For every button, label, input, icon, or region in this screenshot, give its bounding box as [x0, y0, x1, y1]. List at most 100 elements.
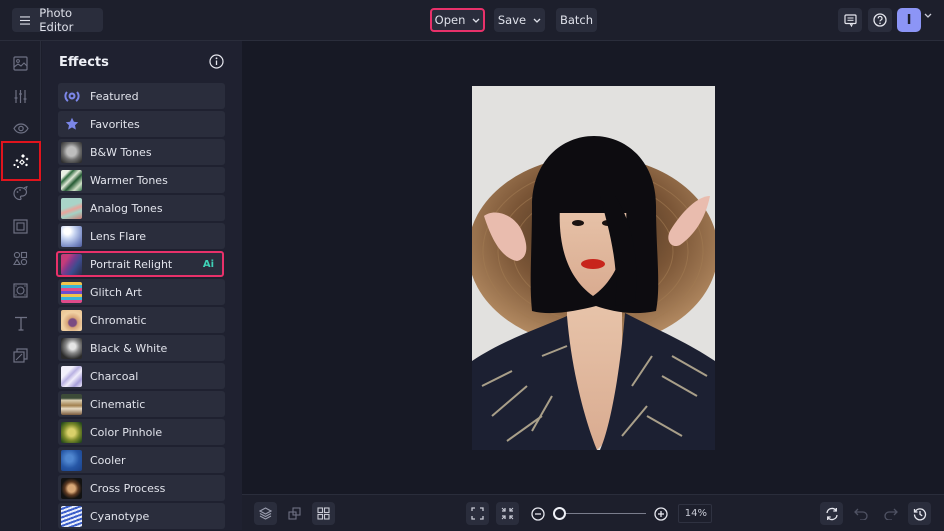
effect-favorites[interactable]: Favorites [58, 111, 225, 137]
zoom-in-button[interactable] [649, 502, 672, 525]
help-button[interactable] [868, 8, 892, 32]
effect-black-white[interactable]: Black & White [58, 335, 225, 361]
rail-touch-up[interactable] [4, 113, 37, 143]
grid-view-button[interactable] [312, 502, 335, 525]
app-title: Photo Editor [39, 6, 74, 34]
panel-title: Effects [59, 55, 109, 70]
sparkles-icon [12, 153, 28, 168]
star-icon [61, 114, 82, 135]
analog-tones-thumbnail [61, 197, 82, 219]
rail-text[interactable] [4, 308, 37, 338]
help-icon [873, 13, 887, 27]
history-button[interactable] [908, 502, 931, 525]
rail-adjust[interactable] [4, 81, 37, 111]
photo-preview[interactable] [472, 86, 715, 450]
zoom-slider-handle[interactable] [553, 507, 566, 520]
batch-button[interactable]: Batch [556, 8, 597, 32]
open-label: Open [434, 13, 466, 27]
effect-label: Analog Tones [90, 201, 163, 215]
chevron-down-icon [533, 18, 541, 23]
cooler-thumbnail [61, 449, 82, 471]
palette-icon [13, 185, 28, 200]
effect-label: Cooler [90, 453, 126, 467]
rail-effects[interactable] [1, 141, 41, 181]
actual-size-button[interactable] [496, 502, 519, 525]
zoom-slider-track[interactable] [560, 513, 646, 514]
effect-portrait-relight[interactable]: Portrait Relight Ai [56, 251, 224, 277]
save-button[interactable]: Save [494, 8, 545, 32]
texture-icon [13, 282, 28, 298]
charcoal-thumbnail [61, 365, 82, 387]
effect-label: Black & White [90, 341, 168, 355]
effects-panel: Effects Featured Favorites B&W Tones War… [42, 41, 242, 530]
compare-button[interactable] [283, 502, 306, 525]
effect-label: Cinematic [90, 397, 146, 411]
effect-label: B&W Tones [90, 145, 152, 159]
portrait-relight-thumbnail [61, 253, 82, 275]
comment-icon [843, 13, 857, 27]
effect-warmer-tones[interactable]: Warmer Tones [58, 167, 225, 193]
laurel-badge-icon [61, 86, 82, 107]
effect-cooler[interactable]: Cooler [58, 447, 225, 473]
image-icon [13, 55, 28, 71]
rail-frames[interactable] [4, 211, 37, 241]
effect-label: Chromatic [90, 313, 147, 327]
effect-label: Portrait Relight [90, 257, 173, 271]
effect-analog-tones[interactable]: Analog Tones [58, 195, 225, 221]
effect-color-pinhole[interactable]: Color Pinhole [58, 419, 225, 445]
open-button[interactable]: Open [430, 8, 485, 32]
expand-icon [471, 507, 484, 520]
fit-to-screen-button[interactable] [466, 502, 489, 525]
chromatic-thumbnail [61, 309, 82, 331]
effect-label: Glitch Art [90, 285, 142, 299]
zoom-out-button[interactable] [526, 502, 549, 525]
zoom-percentage[interactable]: 14% [678, 504, 712, 523]
rail-overlays[interactable] [4, 275, 37, 305]
frame-icon [13, 218, 28, 234]
batch-label: Batch [559, 13, 594, 27]
sliders-icon [14, 89, 27, 103]
effect-glitch-art[interactable]: Glitch Art [58, 279, 225, 305]
effect-label: Lens Flare [90, 229, 147, 243]
account-chevron-icon[interactable] [924, 13, 932, 18]
effect-label: Charcoal [90, 369, 139, 383]
info-icon[interactable] [209, 54, 224, 69]
rail-graphics[interactable] [4, 243, 37, 273]
effect-cyanotype[interactable]: Cyanotype [58, 503, 225, 529]
layers-icon [259, 507, 272, 520]
lens-flare-thumbnail [61, 225, 82, 247]
effect-lens-flare[interactable]: Lens Flare [58, 223, 225, 249]
shrink-icon [501, 507, 514, 520]
layers-button[interactable] [254, 502, 277, 525]
rail-edit[interactable] [4, 48, 37, 78]
canvas-area[interactable] [242, 41, 944, 494]
reset-button[interactable] [820, 502, 843, 525]
tool-rail [0, 41, 41, 530]
chevron-down-icon [472, 18, 480, 23]
black-white-thumbnail [61, 337, 82, 359]
effect-label: Warmer Tones [90, 173, 168, 187]
top-bar: Photo Editor Open Save Batch I [0, 0, 944, 41]
effect-chromatic[interactable]: Chromatic [58, 307, 225, 333]
eye-icon [12, 122, 29, 134]
effect-charcoal[interactable]: Charcoal [58, 363, 225, 389]
text-icon [14, 316, 27, 331]
bottom-toolbar: 14% [242, 494, 944, 530]
effect-bw-tones[interactable]: B&W Tones [58, 139, 225, 165]
user-avatar[interactable]: I [897, 8, 921, 32]
effect-featured[interactable]: Featured [58, 83, 225, 109]
feedback-button[interactable] [838, 8, 862, 32]
redo-button[interactable] [879, 502, 902, 525]
undo-button[interactable] [849, 502, 872, 525]
grid-icon [317, 507, 330, 520]
effects-list: Featured Favorites B&W Tones Warmer Tone… [56, 83, 225, 531]
rail-artsy[interactable] [4, 178, 37, 208]
main-menu-button[interactable]: Photo Editor [12, 6, 103, 34]
ai-badge: Ai [202, 258, 214, 270]
rail-cutout[interactable] [4, 340, 37, 370]
cinematic-thumbnail [61, 393, 82, 415]
hamburger-icon [20, 15, 31, 25]
effect-cross-process[interactable]: Cross Process [58, 475, 225, 501]
effect-cinematic[interactable]: Cinematic [58, 391, 225, 417]
portrait-photo [472, 86, 715, 450]
